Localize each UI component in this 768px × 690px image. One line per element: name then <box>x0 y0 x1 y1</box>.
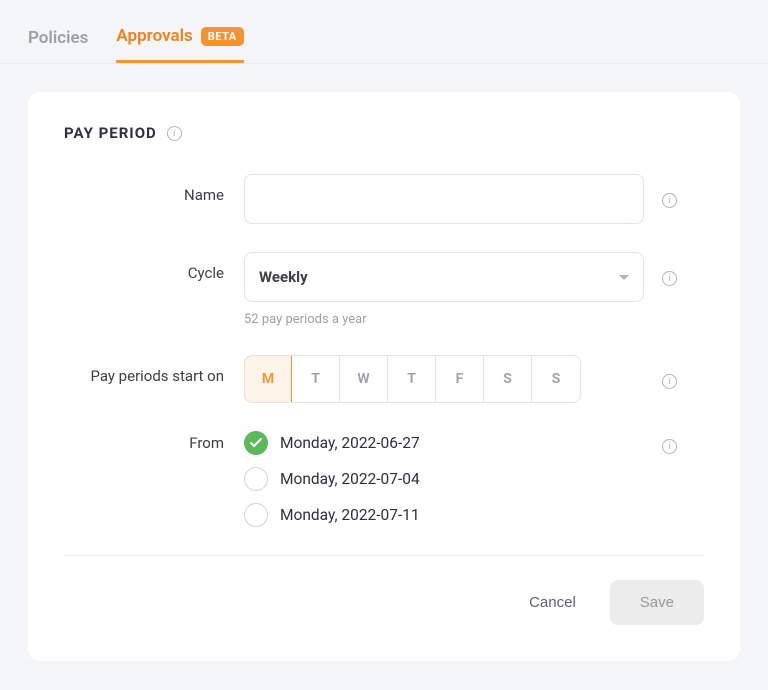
from-option-label: Monday, 2022-07-11 <box>280 506 420 524</box>
start-on-label: Pay periods start on <box>64 355 244 385</box>
from-option[interactable]: Monday, 2022-06-27 <box>244 431 644 455</box>
tab-approvals-label: Approvals <box>116 26 192 46</box>
info-icon[interactable]: i <box>662 439 677 454</box>
pay-period-card: PAY PERIOD i Name i Cycle Weekly 52 pay … <box>28 92 740 661</box>
day-button[interactable]: T <box>388 356 436 402</box>
cycle-select[interactable]: Weekly <box>244 252 644 302</box>
day-button[interactable]: S <box>532 356 580 402</box>
radio-checked-icon <box>244 431 268 455</box>
day-button[interactable]: M <box>244 355 292 403</box>
save-button[interactable]: Save <box>610 580 704 625</box>
info-icon[interactable]: i <box>662 193 677 208</box>
actions: Cancel Save <box>64 580 704 625</box>
cycle-row: Cycle Weekly 52 pay periods a year i <box>64 252 704 327</box>
beta-badge: BETA <box>201 27 244 46</box>
info-icon[interactable]: i <box>662 374 677 389</box>
divider <box>64 555 704 556</box>
day-button[interactable]: T <box>292 356 340 402</box>
from-radio-list: Monday, 2022-06-27 Monday, 2022-07-04 Mond… <box>244 431 644 527</box>
cycle-helper: 52 pay periods a year <box>244 312 644 327</box>
day-picker: MTWTFSS <box>244 355 581 403</box>
card-title: PAY PERIOD <box>64 124 157 142</box>
chevron-down-icon <box>619 275 629 280</box>
name-label: Name <box>64 174 244 204</box>
day-button[interactable]: S <box>484 356 532 402</box>
tab-policies[interactable]: Policies <box>28 26 88 63</box>
cycle-label: Cycle <box>64 252 244 282</box>
info-icon[interactable]: i <box>167 126 182 141</box>
radio-unchecked-icon <box>244 467 268 491</box>
from-option-label: Monday, 2022-07-04 <box>280 470 420 488</box>
day-button[interactable]: W <box>340 356 388 402</box>
from-option[interactable]: Monday, 2022-07-04 <box>244 467 644 491</box>
tabs: Policies Approvals BETA <box>0 0 768 64</box>
from-label: From <box>64 431 244 452</box>
start-on-row: Pay periods start on MTWTFSS i <box>64 355 704 403</box>
info-icon[interactable]: i <box>662 271 677 286</box>
name-row: Name i <box>64 174 704 224</box>
tab-approvals[interactable]: Approvals BETA <box>116 26 243 63</box>
from-row: From Monday, 2022-06-27 Monday, 2022-07-0… <box>64 431 704 527</box>
radio-unchecked-icon <box>244 503 268 527</box>
cancel-button[interactable]: Cancel <box>519 582 586 623</box>
cycle-value: Weekly <box>259 268 308 286</box>
from-option[interactable]: Monday, 2022-07-11 <box>244 503 644 527</box>
card-header: PAY PERIOD i <box>64 124 704 142</box>
name-input[interactable] <box>244 174 644 224</box>
from-option-label: Monday, 2022-06-27 <box>280 434 420 452</box>
day-button[interactable]: F <box>436 356 484 402</box>
